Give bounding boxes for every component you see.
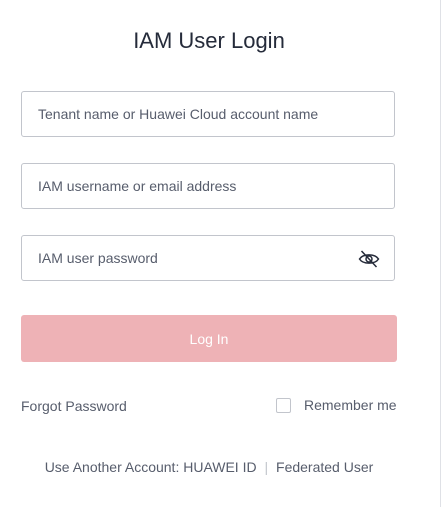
panel-right-border [440, 0, 441, 507]
eye-hidden-icon[interactable] [358, 249, 380, 269]
remember-me-toggle[interactable]: Remember me [276, 397, 397, 413]
tenant-field[interactable] [21, 91, 395, 137]
other-accounts-prefix: Use Another Account: [44, 459, 180, 475]
federated-user-link[interactable]: Federated User [276, 459, 373, 475]
username-input[interactable] [22, 164, 394, 208]
username-field[interactable] [21, 163, 395, 209]
remember-me-label: Remember me [304, 397, 397, 413]
remember-me-checkbox[interactable] [276, 397, 291, 413]
page-title: IAM User Login [133, 28, 285, 53]
forgot-password-link[interactable]: Forgot Password [21, 398, 127, 414]
other-accounts-line: Use Another Account: HUAWEI ID | Federat… [0, 459, 418, 475]
tenant-input[interactable] [22, 92, 394, 136]
login-button[interactable]: Log In [21, 315, 397, 362]
password-field[interactable] [21, 235, 395, 281]
password-input[interactable] [22, 236, 394, 280]
link-separator: | [264, 459, 269, 475]
huawei-id-link[interactable]: HUAWEI ID [183, 459, 256, 475]
